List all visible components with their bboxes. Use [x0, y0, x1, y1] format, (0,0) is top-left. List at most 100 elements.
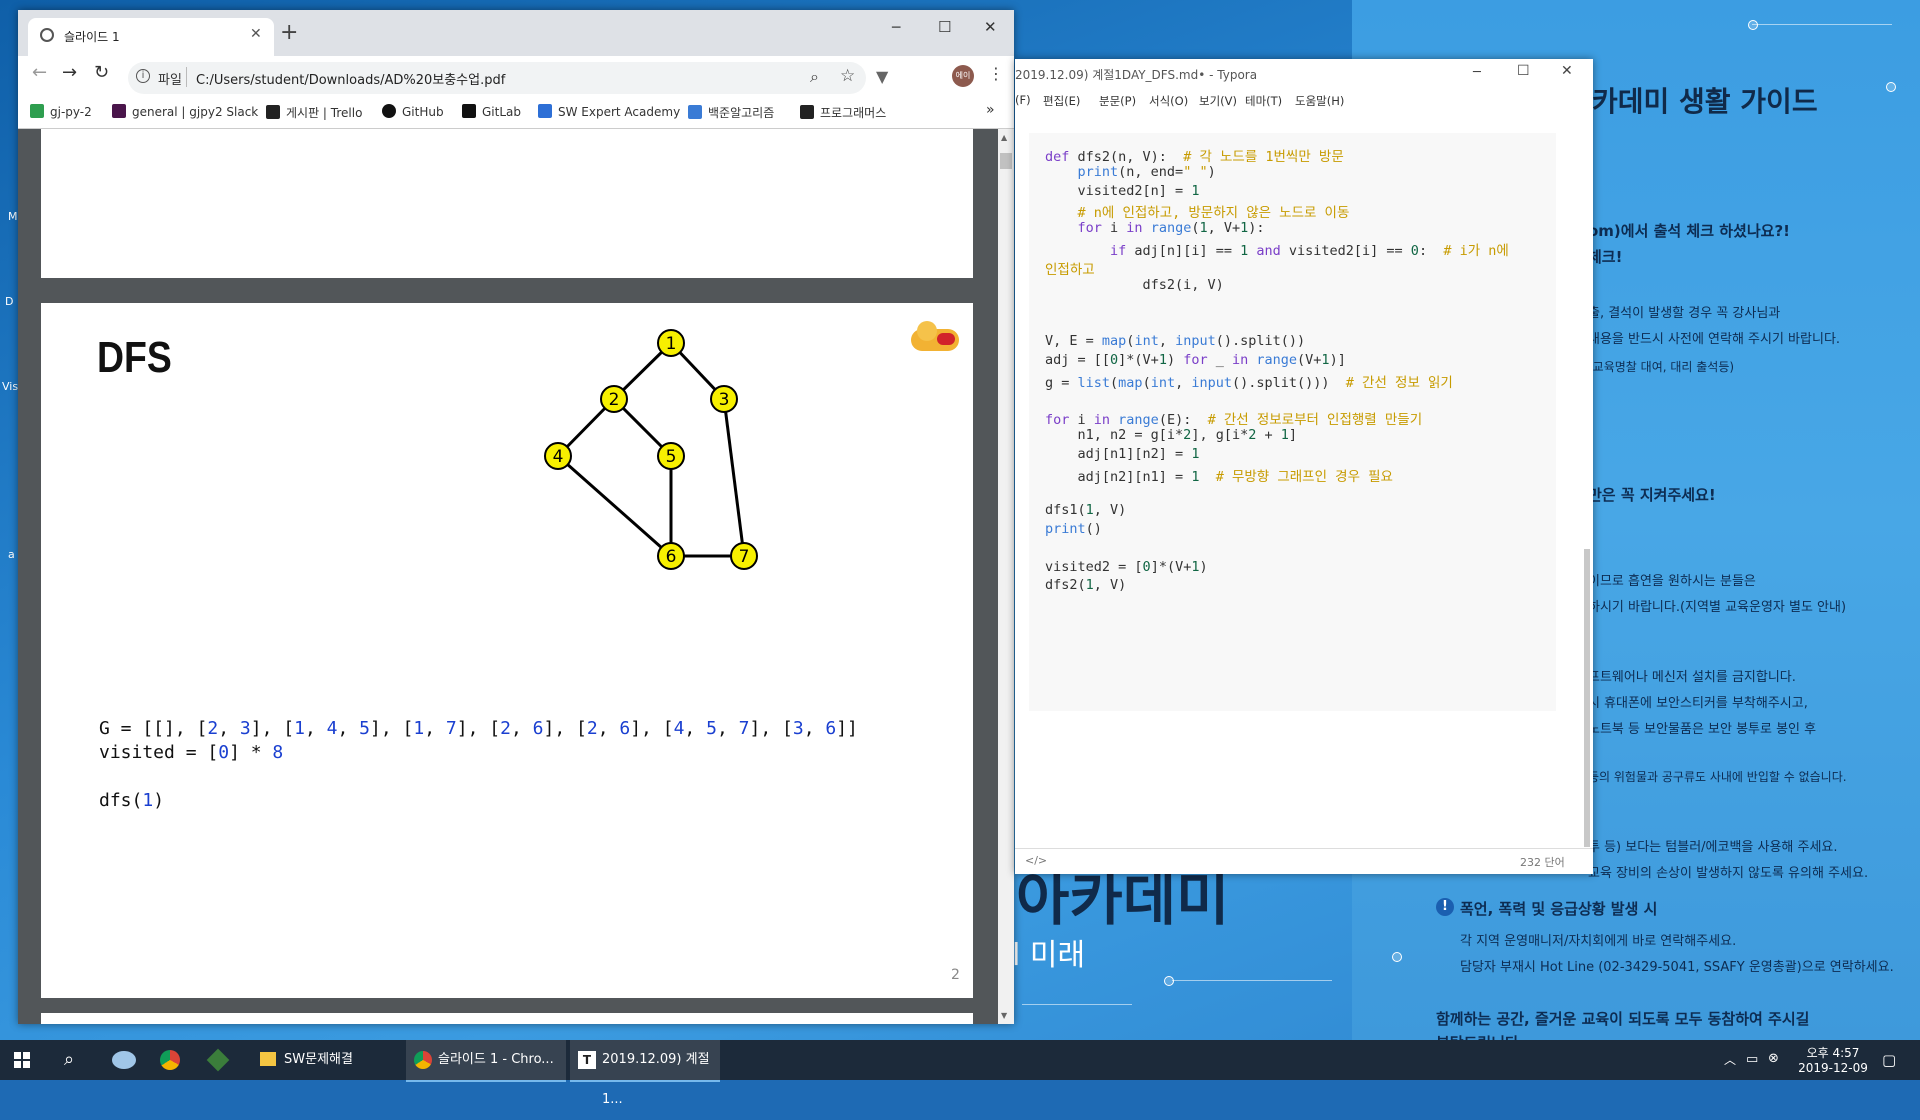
menu-view[interactable]: 보기(V): [1199, 93, 1237, 109]
code-token: , V): [1093, 502, 1127, 519]
new-tab-button[interactable]: +: [280, 20, 298, 45]
menu-file[interactable]: (F): [1015, 93, 1031, 107]
typora-scroll-thumb[interactable]: [1584, 549, 1590, 847]
code-number: 6: [619, 718, 631, 739]
code-token: :: [1418, 243, 1444, 259]
reload-button[interactable]: ↻: [94, 62, 109, 83]
guide-line: 만은 꼭 지켜주세요!: [1588, 486, 1716, 504]
close-button[interactable]: ✕: [984, 18, 997, 36]
code-token: 0: [1410, 243, 1419, 259]
address-text[interactable]: C:/Users/student/Downloads/AD%20보충수업.pdf: [196, 69, 505, 88]
code-token: " ": [1183, 163, 1208, 180]
bookmark-star-icon[interactable]: ☆: [840, 66, 855, 86]
zoom-icon[interactable]: ⌕: [810, 67, 819, 87]
menu-icon[interactable]: ⋮: [988, 64, 1004, 83]
pdf-scrollbar[interactable]: ▲ ▼: [998, 129, 1014, 1024]
code-token: (n, end=: [1118, 163, 1184, 180]
code-token: # 간선 정보로부터 인접행렬 만들기: [1207, 412, 1423, 429]
bookmark-item[interactable]: 프로그래머스: [800, 104, 886, 121]
maximize-button[interactable]: ☐: [938, 18, 951, 36]
code-token: ]*(V+: [1118, 351, 1159, 368]
code-token: visited2[i] ==: [1288, 243, 1411, 259]
bookmarks-bar: gj-py-2 general | gjpy2 Slack 게시판 | Trel…: [18, 98, 1014, 129]
extension-icon[interactable]: ▼: [876, 67, 888, 86]
scroll-thumb[interactable]: [1000, 153, 1012, 169]
minimize-button[interactable]: ─: [1473, 65, 1481, 80]
bookmark-item[interactable]: general | gjpy2 Slack: [112, 104, 258, 119]
code-token: for: [1183, 351, 1216, 368]
git-icon[interactable]: [206, 1048, 230, 1072]
info-icon[interactable]: i: [136, 69, 150, 83]
chevron-up-icon[interactable]: ︿: [1724, 1051, 1736, 1068]
bookmark-label: general | gjpy2 Slack: [132, 105, 259, 119]
desktop-icon-label[interactable]: a: [8, 548, 15, 561]
code-token: 1: [1158, 351, 1167, 368]
graph-nodes: 1 2 3 4 5 6 7: [544, 329, 758, 570]
volume-mute-icon[interactable]: ⊗: [1768, 1051, 1779, 1066]
desktop-icon-label[interactable]: M: [8, 210, 18, 223]
bookmark-item[interactable]: GitLab: [462, 104, 521, 119]
menu-edit[interactable]: 편집(E): [1043, 93, 1080, 109]
graph-node-label: 2: [609, 390, 620, 410]
code-token: (E):: [1158, 412, 1208, 429]
taskbar-item-active[interactable]: T 2019.12.09) 계절1...: [570, 1040, 720, 1107]
code-number: 8: [272, 742, 284, 763]
code-block[interactable]: def dfs2(n, V): # 각 노드를 1번씩만 방문 print(n,…: [1029, 133, 1556, 711]
back-button[interactable]: ←: [32, 62, 47, 83]
taskbar-item-active[interactable]: 슬라이드 1 - Chro...: [406, 1040, 566, 1082]
code-token: ): [1166, 351, 1184, 368]
code-number: 2: [500, 718, 511, 739]
bookmark-label: 프로그래머스: [820, 106, 887, 120]
guide-line: (교육명찰 대여, 대리 출석등): [1588, 360, 1735, 374]
code-token: (): [1085, 521, 1102, 537]
desktop-icon-label[interactable]: Vis: [2, 380, 18, 393]
desktop-icon-label[interactable]: D: [5, 295, 13, 308]
tab-close-icon[interactable]: ✕: [250, 26, 262, 42]
bookmark-favicon-icon: [30, 104, 44, 118]
taskbar-item[interactable]: SW문제해결: [252, 1040, 402, 1080]
menu-help[interactable]: 도움말(H): [1295, 93, 1344, 109]
code-token: print: [1077, 163, 1119, 180]
chrome-icon[interactable]: [160, 1050, 180, 1070]
menu-paragraph[interactable]: 분문(P): [1099, 93, 1136, 109]
code-number: 0: [218, 742, 230, 763]
code-token: dfs2(i, V): [1045, 276, 1224, 293]
swea-icon: [538, 104, 552, 118]
scroll-down-icon[interactable]: ▼: [1001, 1011, 1007, 1020]
code-token: in: [1126, 220, 1151, 237]
close-button[interactable]: ✕: [1561, 63, 1573, 79]
address-bar[interactable]: i 파일 C:/Users/student/Downloads/AD%20보충수…: [128, 62, 866, 94]
bookmark-item[interactable]: GitHub: [382, 104, 444, 119]
pdf-viewer[interactable]: DFS 1234567 G = [[], [2, 3], [1, 4, 5], …: [18, 129, 998, 1024]
menu-theme[interactable]: 테마(T): [1245, 93, 1282, 109]
code-token: i: [1077, 412, 1094, 429]
bookmark-item[interactable]: SW Expert Academy: [538, 104, 680, 119]
code-token: int: [1134, 333, 1159, 349]
minimize-button[interactable]: ─: [892, 20, 900, 36]
code-text: ,: [716, 718, 739, 739]
network-icon[interactable]: ▭: [1746, 1052, 1758, 1067]
bookmark-item[interactable]: 백준알고리즘: [688, 104, 774, 121]
clock[interactable]: 오후 4:57 2019-12-09: [1798, 1044, 1868, 1075]
bookmarks-overflow-button[interactable]: »: [986, 102, 995, 118]
code-line: visited2[n] = 1: [1045, 183, 1200, 199]
code-snippet: G = [[], [2, 3], [1, 4, 5], [1, 7], [2, …: [99, 717, 858, 813]
bookmark-item[interactable]: gj-py-2: [30, 104, 92, 119]
source-mode-toggle[interactable]: </>: [1025, 854, 1047, 867]
code-token: adj = [[: [1045, 351, 1111, 368]
windows-start-icon[interactable]: [14, 1052, 30, 1068]
notification-icon[interactable]: ▢: [1882, 1051, 1896, 1069]
alert-title: 폭언, 폭력 및 응급상황 발생 시: [1460, 900, 1658, 918]
browser-tab[interactable]: 슬라이드 1 ✕: [28, 18, 274, 56]
code-number: 2: [586, 718, 598, 739]
profile-avatar[interactable]: 에이: [952, 65, 974, 87]
maximize-button[interactable]: ☐: [1517, 63, 1530, 79]
code-line: def dfs2(n, V): # 각 노드를 1번씩만 방문: [1045, 145, 1344, 165]
search-icon[interactable]: ⌕: [64, 1049, 74, 1070]
code-line: V, E = map(int, input().split()): [1045, 333, 1305, 349]
menu-format[interactable]: 서식(O): [1149, 93, 1188, 109]
scroll-up-icon[interactable]: ▲: [1001, 133, 1007, 142]
forward-button[interactable]: →: [62, 62, 77, 83]
paint-icon[interactable]: [112, 1051, 136, 1069]
bookmark-item[interactable]: 게시판 | Trello: [266, 104, 362, 121]
